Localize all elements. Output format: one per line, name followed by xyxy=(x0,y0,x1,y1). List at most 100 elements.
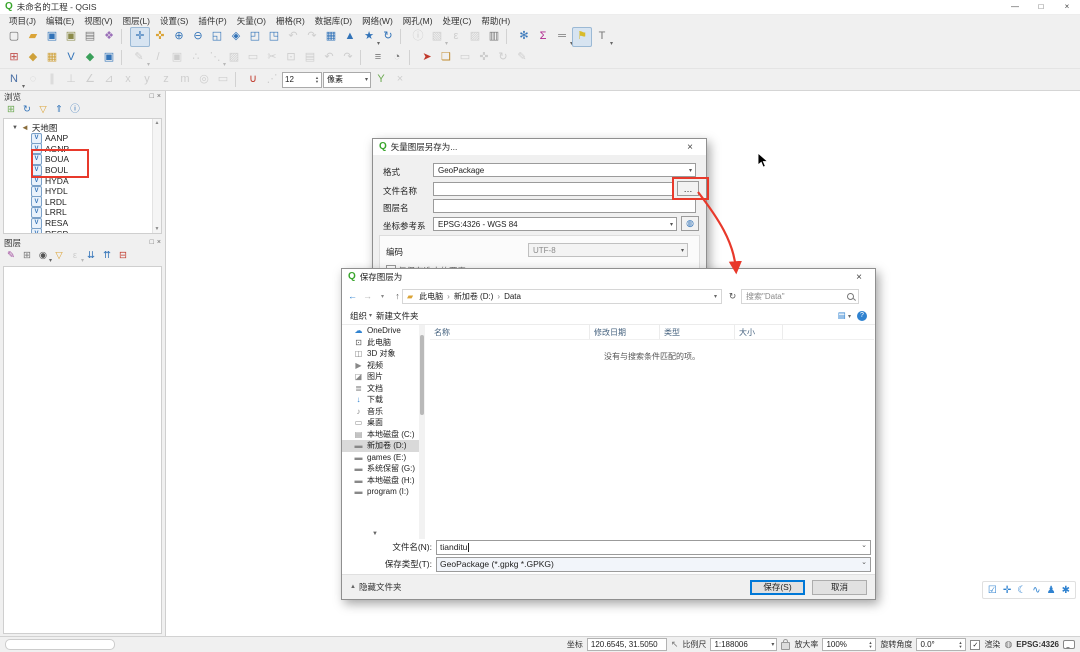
sidebar-place-item[interactable]: ▬ 新加卷 (D:) xyxy=(342,440,419,452)
menu-item[interactable]: 矢量(O) xyxy=(232,15,271,27)
select-features-icon[interactable]: ▧ xyxy=(428,28,448,47)
coordinate-input[interactable]: 120.6545, 31.5050 xyxy=(586,638,667,651)
show-hide-labels-icon[interactable]: ▭ xyxy=(456,49,474,67)
sidebar-place-item[interactable]: ▬ 本地磁盘 (H:) xyxy=(342,475,419,487)
tree-item-layer[interactable]: V RESA xyxy=(4,217,161,229)
parallel-tool-icon[interactable]: ∥ xyxy=(43,71,61,89)
new-map-view-icon[interactable]: ▦ xyxy=(322,28,340,46)
locator-search-input[interactable] xyxy=(5,639,115,650)
save-project-as-icon[interactable]: ▣ xyxy=(62,28,80,46)
toggle-editing-icon[interactable]: / xyxy=(149,49,167,67)
zoom-out-icon[interactable]: ⊖ xyxy=(189,28,207,46)
change-label-icon[interactable]: ✎ xyxy=(513,49,531,67)
move-label-icon[interactable]: ✜ xyxy=(475,49,493,67)
delete-selected-icon[interactable]: ▭ xyxy=(244,49,262,67)
filetype-select[interactable]: GeoPackage (*.gpkg *.GPKG) xyxy=(436,556,871,572)
crs-globe-icon[interactable]: ◍ xyxy=(1004,639,1012,650)
tree-item-layer[interactable]: V BOUA xyxy=(4,153,161,165)
help-icon[interactable]: ? xyxy=(857,310,867,321)
pan-map-icon[interactable]: ✛ xyxy=(130,26,150,47)
forward-icon[interactable]: → xyxy=(361,291,374,301)
clear-trace-icon[interactable]: × xyxy=(391,71,409,89)
messages-icon[interactable] xyxy=(1063,640,1075,649)
rotation-spinbox[interactable]: 0.0° ▲ ▼ xyxy=(916,638,967,651)
back-icon[interactable]: ← xyxy=(346,291,359,301)
new-shapefile-layer-icon[interactable]: V xyxy=(62,49,80,67)
zoom-to-selection-icon[interactable]: ◳ xyxy=(265,28,283,46)
modify-attributes-icon[interactable]: ▨ xyxy=(225,49,243,67)
sidebar-place-item[interactable]: ▶ 视频 xyxy=(342,360,419,372)
filename-input[interactable]: tianditu xyxy=(436,539,871,555)
new-virtual-layer-icon[interactable]: ▣ xyxy=(100,49,118,67)
highlight-labels-icon[interactable]: ❏ xyxy=(437,49,455,67)
menu-item[interactable]: 图层(L) xyxy=(118,15,155,27)
settings-icon[interactable]: ✱ xyxy=(1062,585,1070,596)
menu-item[interactable]: 编辑(E) xyxy=(41,15,79,27)
sidebar-place-item[interactable]: ▤ 本地磁盘 (C:) xyxy=(342,429,419,441)
sidebar-scroll-more-icon[interactable]: ▼ xyxy=(372,531,378,537)
expander-icon[interactable]: ▼ xyxy=(12,125,18,131)
open-project-icon[interactable]: ▰ xyxy=(24,28,42,46)
spin-arrows-icon[interactable]: ▲ ▼ xyxy=(315,75,319,84)
open-attribute-table-icon[interactable]: ▥ xyxy=(485,28,503,46)
redo-icon[interactable]: ↷ xyxy=(339,49,357,67)
rotate-label-icon[interactable]: ↻ xyxy=(494,49,512,67)
close-panel-icon[interactable]: × xyxy=(157,239,161,246)
breadcrumb-dropdown-icon[interactable]: ▾ xyxy=(714,293,717,300)
sidebar-place-item[interactable]: ☁ OneDrive xyxy=(342,325,419,337)
copy-features-icon[interactable]: ⊡ xyxy=(282,49,300,67)
refresh-browser-icon[interactable]: ↻ xyxy=(20,103,34,117)
zoom-in-icon[interactable]: ⊕ xyxy=(170,28,188,46)
style-manager-icon[interactable]: ❖ xyxy=(100,28,118,46)
menu-item[interactable]: 项目(J) xyxy=(4,15,41,27)
add-vector-layer-icon[interactable]: ◆ xyxy=(24,49,42,67)
menu-item[interactable]: 栅格(R) xyxy=(271,15,310,27)
breadcrumb-segment[interactable]: Data xyxy=(495,292,523,301)
crs-select[interactable]: EPSG:4326 - WGS 84 xyxy=(433,217,677,231)
column-name[interactable]: 名称 xyxy=(430,325,590,339)
menu-item[interactable]: 插件(P) xyxy=(193,15,231,27)
column-size[interactable]: 大小 xyxy=(735,325,783,339)
close-panel-icon[interactable]: × xyxy=(157,93,161,100)
map-tips-icon[interactable]: ⚑ xyxy=(572,26,592,47)
sidebar-place-item[interactable]: ⊡ 此电脑 xyxy=(342,337,419,349)
topological-editing-icon[interactable]: Y xyxy=(372,71,390,89)
new-geopackage-layer-icon[interactable]: ◆ xyxy=(81,49,99,67)
menu-item[interactable]: 数据库(D) xyxy=(310,15,357,27)
filename-input[interactable] xyxy=(433,182,673,196)
refresh-icon[interactable]: ↻ xyxy=(726,289,739,304)
layer-diagram-icon[interactable]: ◔ xyxy=(388,49,406,67)
layername-input[interactable] xyxy=(433,199,696,213)
bookmarks-icon[interactable]: ★ xyxy=(360,28,380,47)
dark-mode-icon[interactable]: ☾ xyxy=(1017,585,1026,596)
sidebar-place-item[interactable]: ♪ 音乐 xyxy=(342,406,419,418)
tree-root-tianditu[interactable]: ▼ ◄ 天地图 xyxy=(4,122,161,133)
tree-scrollbar[interactable]: ▲ ▼ xyxy=(152,119,161,233)
layer-labeling-icon[interactable]: ≡ xyxy=(369,49,387,67)
mouse-position-toggle-icon[interactable]: ↖ xyxy=(671,639,679,650)
add-feature-icon[interactable]: ∴ xyxy=(187,49,205,67)
refresh-map-icon[interactable]: ↻ xyxy=(379,28,397,46)
float-panel-icon[interactable]: □ xyxy=(150,239,154,246)
sidebar-place-item[interactable]: ≣ 文档 xyxy=(342,383,419,395)
manage-themes-icon[interactable]: ◉ xyxy=(36,249,52,264)
hide-folders-button[interactable]: ▲ 隐藏文件夹 xyxy=(350,581,401,593)
new-3d-map-view-icon[interactable]: ▲ xyxy=(341,28,359,46)
select-by-expression-icon[interactable]: ε xyxy=(447,28,465,46)
x-constraint-icon[interactable]: x xyxy=(119,71,137,89)
tree-item-layer[interactable]: V BOUL xyxy=(4,164,161,176)
y-constraint-icon[interactable]: y xyxy=(138,71,156,89)
remove-layer-icon[interactable]: ⊟ xyxy=(116,249,130,263)
breadcrumb-segment[interactable]: 此电脑 xyxy=(417,291,445,302)
sidebar-place-item[interactable]: ◫ 3D 对象 xyxy=(342,348,419,360)
float-panel-icon[interactable]: □ xyxy=(150,93,154,100)
menu-item[interactable]: 设置(S) xyxy=(155,15,193,27)
z-constraint-icon[interactable]: z xyxy=(157,71,175,89)
format-select[interactable]: GeoPackage xyxy=(433,163,696,177)
sidebar-place-item[interactable]: ▬ games (E:) xyxy=(342,452,419,464)
curve-icon[interactable]: ∿ xyxy=(1032,585,1040,596)
recent-locations-icon[interactable]: ▾ xyxy=(376,293,389,300)
data-source-manager-icon[interactable]: ⊞ xyxy=(5,49,23,67)
properties-widget-icon[interactable]: ⓘ xyxy=(68,103,82,117)
close-button[interactable]: × xyxy=(1054,0,1080,14)
